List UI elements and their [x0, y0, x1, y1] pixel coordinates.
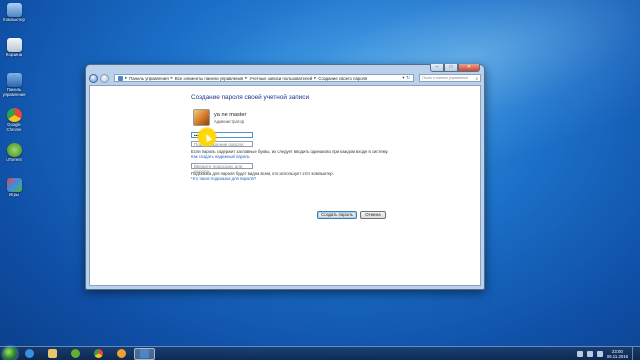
control-panel-icon	[140, 349, 149, 358]
content-pane: Создание пароля своей учетной записи ya …	[89, 85, 481, 286]
chevron-down-icon[interactable]: ▾	[402, 75, 404, 81]
taskbar-explorer[interactable]	[42, 348, 63, 360]
volume-icon[interactable]	[596, 350, 603, 357]
clock[interactable]: 23:00 06.11.2016	[607, 349, 628, 359]
computer-icon	[6, 3, 22, 17]
start-button[interactable]	[3, 346, 17, 360]
desktop-icon-label: Панель управления	[2, 87, 26, 97]
desktop-icon-label: Google Chrome	[6, 122, 22, 132]
desktop-icon-label: Корзина	[6, 52, 22, 57]
page-title: Создание пароля своей учетной записи	[191, 94, 310, 101]
minimize-button[interactable]: ‒	[430, 64, 444, 72]
address-bar[interactable]: ▸ Панель управления ▸ Все элементы панел…	[114, 74, 414, 82]
back-arrow-icon[interactable]: ‹	[89, 73, 98, 83]
chrome-icon	[6, 108, 22, 122]
taskbar-utorrent[interactable]	[65, 348, 86, 360]
control-panel-icon	[6, 73, 22, 87]
desktop-icon-games[interactable]: Игры	[2, 178, 26, 198]
desktop-icon-chrome[interactable]: Google Chrome	[2, 108, 26, 133]
breadcrumb-item[interactable]: Учетные записи пользователей	[249, 76, 312, 81]
desktop-icon-computer[interactable]: Компьютер	[2, 3, 26, 23]
maximize-button[interactable]: □	[444, 64, 458, 72]
show-hidden-icons-icon[interactable]	[576, 350, 583, 357]
utorrent-icon	[6, 143, 22, 157]
clock-date: 06.11.2016	[606, 353, 628, 359]
strong-password-link[interactable]: Как создать надежный пароль	[191, 154, 250, 159]
internet-explorer-icon	[25, 349, 34, 358]
control-panel-small-icon	[118, 75, 123, 81]
password-hint-field[interactable]: Введите подсказку для пароля	[191, 163, 253, 174]
taskbar-control-panel[interactable]	[134, 347, 155, 360]
hint-help-link[interactable]: Что такое подсказка для пароля?	[191, 176, 256, 181]
window-titlebar[interactable]: ‒ □ ✕	[86, 64, 484, 72]
recycle-bin-icon	[6, 38, 22, 52]
folder-icon	[48, 349, 57, 358]
user-avatar	[193, 109, 210, 126]
refresh-icon[interactable]: ↻	[406, 75, 410, 81]
search-icon: ⌕	[475, 75, 478, 81]
chrome-icon	[94, 349, 103, 358]
breadcrumb-item-current[interactable]: Создание своего пароля	[318, 76, 367, 81]
desktop-icon-control-panel[interactable]: Панель управления	[2, 73, 26, 98]
desktop-icon-label: Компьютер	[3, 17, 25, 22]
control-panel-window: ‒ □ ✕ ‹ › ▸ Панель управления ▸ Все элем…	[85, 64, 485, 290]
breadcrumb-item[interactable]: Все элементы панели управления	[175, 76, 243, 81]
navigation-bar: ‹ › ▸ Панель управления ▸ Все элементы п…	[86, 72, 484, 84]
chevron-right-icon: ▸	[170, 75, 173, 80]
desktop-icon-utorrent[interactable]: uTorrent	[2, 143, 26, 163]
utorrent-icon	[71, 349, 80, 358]
taskbar-ie[interactable]	[19, 348, 40, 360]
taskbar: 23:00 06.11.2016	[0, 346, 640, 360]
forward-arrow-icon[interactable]: ›	[100, 73, 109, 83]
desktop-icon-label: Игры	[9, 192, 19, 197]
chevron-right-icon: ▸	[245, 75, 248, 80]
search-input[interactable]: Поиск в панели управления ⌕	[419, 74, 481, 82]
chevron-right-icon: ▸	[125, 75, 128, 80]
desktop-icon-recycle-bin[interactable]: Корзина	[2, 38, 26, 58]
games-icon	[6, 178, 22, 192]
show-desktop-button[interactable]	[632, 346, 637, 360]
cancel-button[interactable]: Отмена	[360, 211, 386, 219]
taskbar-media[interactable]	[111, 348, 132, 360]
search-placeholder: Поиск в панели управления	[422, 76, 469, 80]
media-player-icon	[117, 349, 126, 358]
user-name: ya ne master	[214, 112, 247, 118]
user-role: Администратор	[214, 119, 245, 124]
desktop-icon-label: uTorrent	[6, 157, 22, 162]
create-password-button[interactable]: Создать пароль	[317, 211, 357, 219]
network-icon[interactable]	[586, 350, 593, 357]
system-tray: 23:00 06.11.2016	[576, 346, 640, 360]
close-button[interactable]: ✕	[458, 64, 480, 72]
taskbar-chrome[interactable]	[88, 348, 109, 360]
chevron-right-icon: ▸	[314, 75, 317, 80]
breadcrumb-item[interactable]: Панель управления	[129, 76, 168, 81]
